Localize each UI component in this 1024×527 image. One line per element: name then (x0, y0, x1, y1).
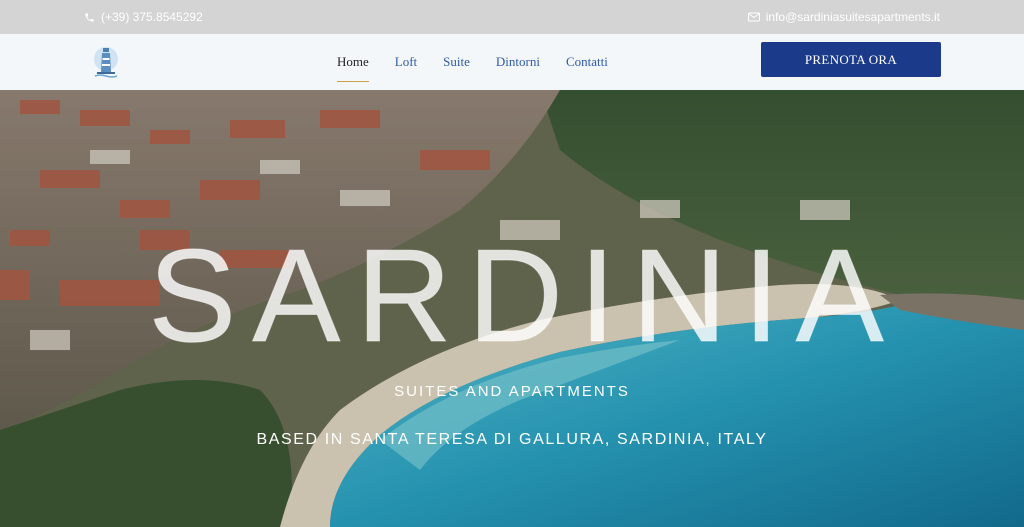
nav-dintorni[interactable]: Dintorni (496, 34, 540, 90)
hero-title: SARDINIA (148, 222, 900, 369)
nav-suite[interactable]: Suite (443, 34, 470, 90)
site-logo[interactable] (91, 42, 121, 82)
nav-home[interactable]: Home (337, 34, 369, 90)
nav-loft[interactable]: Loft (395, 34, 417, 90)
main-navbar: Home Loft Suite Dintorni Contatti PRENOT… (0, 34, 1024, 90)
hero-subtitle: SUITES AND APARTMENTS (394, 383, 630, 400)
hero-section: SARDINIA SUITES AND APARTMENTS BASED IN … (0, 90, 1024, 527)
lighthouse-icon (94, 47, 118, 78)
phone-number: (+39) 375.8545292 (101, 10, 203, 24)
email-address: info@sardiniasuitesapartments.it (765, 10, 940, 24)
main-menu: Home Loft Suite Dintorni Contatti (337, 34, 634, 90)
book-now-button[interactable]: PRENOTA ORA (761, 42, 941, 77)
envelope-icon (747, 12, 760, 22)
nav-contatti[interactable]: Contatti (566, 34, 608, 90)
email-contact[interactable]: info@sardiniasuitesapartments.it (747, 10, 940, 24)
phone-contact[interactable]: (+39) 375.8545292 (84, 10, 203, 24)
phone-icon (85, 12, 94, 22)
top-contact-bar: (+39) 375.8545292 info@sardiniasuitesapa… (0, 0, 1024, 34)
hero-location: BASED IN SANTA TERESA DI GALLURA, SARDIN… (256, 431, 768, 448)
